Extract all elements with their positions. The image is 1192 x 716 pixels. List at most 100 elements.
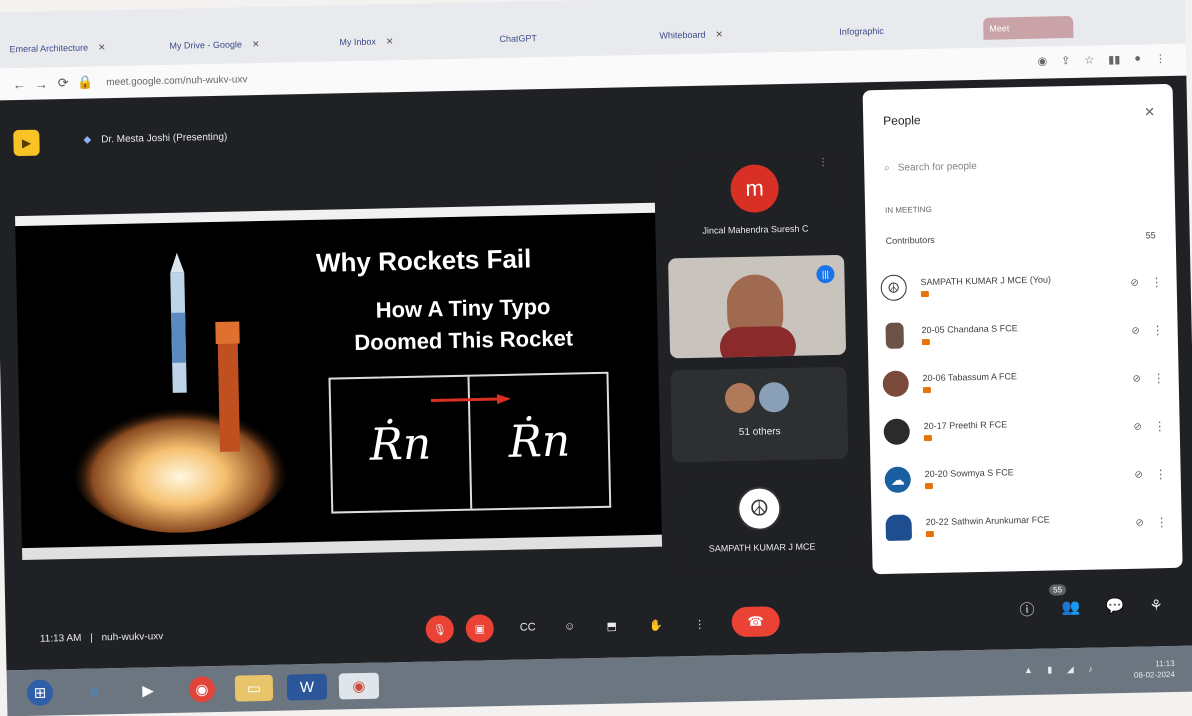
share-icon[interactable]: ⇪ (1061, 54, 1070, 67)
system-tray-icons[interactable]: ▲ ▮ ◢ ♪ (1024, 664, 1099, 677)
file-explorer-icon[interactable]: ▭ (234, 674, 274, 702)
mic-off-icon[interactable]: ⊘ (1127, 469, 1151, 481)
leave-call-button[interactable]: ☎ (731, 606, 780, 638)
more-options-icon[interactable]: ⋮ (1149, 371, 1169, 385)
more-options-icon[interactable]: ⋮ (1147, 275, 1167, 289)
more-options-icon[interactable]: ⋮ (1150, 419, 1170, 433)
more-options-button[interactable]: ⋮ (685, 610, 714, 639)
person-name: 20-22 Sathwin Arunkumar FCE (926, 513, 1128, 538)
reload-icon[interactable]: ⟳ (52, 75, 74, 91)
contributors-count: 55 (1145, 230, 1156, 241)
pin-icon[interactable]: ◆ (83, 135, 91, 146)
status-dot (923, 434, 932, 442)
chrome-window-icon[interactable]: ◉ (338, 672, 380, 700)
people-panel: People ✕ ⌕ Search for people IN MEETING … (862, 83, 1183, 575)
word-icon[interactable]: W (286, 673, 328, 701)
camera-off-button[interactable]: ▣ (465, 614, 495, 643)
browser-tab[interactable]: My Inbox ✕ (333, 28, 483, 53)
close-icon[interactable]: ✕ (386, 36, 394, 47)
list-item[interactable]: ☮ SAMPATH KUMAR J MCE (You) ⊘ ⋮ (880, 260, 1167, 310)
browser-tab[interactable]: Infographic (833, 18, 973, 43)
forward-icon[interactable]: → (30, 76, 52, 91)
screen-frame: Emeral Architecture ✕ My Drive - Google ✕ … (0, 0, 1192, 716)
emoji-button[interactable]: ☺ (555, 612, 584, 641)
browser-tab[interactable]: ChatGPT (493, 25, 633, 50)
contributors-header[interactable]: Contributors 55 (886, 230, 1156, 246)
close-icon[interactable]: ✕ (252, 38, 260, 49)
extensions-icon[interactable]: ▮▮ (1108, 53, 1120, 66)
menu-icon[interactable]: ⋮ (1155, 52, 1166, 65)
meeting-time: 11:13 AM (39, 632, 82, 645)
tab-label: My Inbox (339, 36, 377, 48)
mic-off-icon[interactable]: ⊘ (1128, 517, 1152, 529)
list-item[interactable]: 20-22 Sathwin Arunkumar FCE ⊘ ⋮ (885, 500, 1172, 550)
tab-label: ChatGPT (499, 33, 538, 44)
chrome-icon[interactable]: ◉ (188, 676, 216, 703)
slide-top-bar (15, 202, 656, 227)
star-icon[interactable]: ☆ (1084, 54, 1094, 67)
others-count: 51 others (738, 426, 781, 439)
media-player-icon[interactable]: ▶ (135, 677, 162, 704)
mic-off-icon[interactable]: ⊘ (1123, 277, 1147, 289)
list-item[interactable]: 20-05 Chandana S FCE ⊘ ⋮ (881, 308, 1168, 358)
participant-tile[interactable]: ☮ SAMPATH KUMAR J MCE (672, 474, 851, 571)
captions-button[interactable]: CC (513, 613, 542, 642)
meet-logo-icon: ▶ (13, 129, 40, 157)
status-dot (924, 482, 933, 490)
rocket-launch-image (70, 252, 291, 533)
browser-tab[interactable]: Emeral Architecture ✕ (3, 35, 153, 60)
close-icon[interactable]: ✕ (1144, 104, 1155, 120)
browser-tab-active[interactable]: Meet (983, 15, 1074, 40)
activities-icon[interactable]: ⚘ (1149, 596, 1163, 614)
list-item[interactable]: 20-06 Tabassum A FCE ⊘ ⋮ (882, 356, 1169, 406)
more-options-icon[interactable]: ⋮ (1151, 467, 1171, 481)
mic-off-button[interactable]: 🎙 (425, 615, 455, 644)
person-name: SAMPATH KUMAR J MCE (You) (920, 273, 1123, 298)
mic-off-icon: ⋮ (817, 157, 829, 169)
mic-off-icon[interactable]: ⊘ (1126, 421, 1150, 433)
status-dot (920, 291, 929, 298)
participant-video-tile[interactable]: ||| (668, 254, 847, 359)
system-clock[interactable]: 11:13 08-02-2024 (1134, 658, 1175, 681)
internet-explorer-icon[interactable]: e (81, 678, 108, 705)
list-item[interactable]: 20-17 Preethi R FCE ⊘ ⋮ (883, 404, 1170, 454)
more-options-icon[interactable]: ⋮ (1152, 515, 1172, 529)
participant-tile[interactable]: m Jincal Mahendra Suresh C ⋮ (666, 156, 844, 249)
close-icon[interactable]: ✕ (98, 42, 106, 53)
more-options-icon[interactable]: ⋮ (1148, 323, 1168, 337)
person-name: 20-17 Preethi R FCE (923, 417, 1126, 442)
url-field[interactable]: meet.google.com/nuh-wukv-uxv (106, 74, 247, 88)
raise-hand-button[interactable]: ✋ (641, 611, 670, 640)
address-bar-actions: ◉ ⇪ ☆ ▮▮ ● ⋮ (1037, 52, 1166, 68)
participant-name: SAMPATH KUMAR J MCE (708, 541, 816, 554)
participant-video-body (719, 325, 797, 359)
person-name: 20-05 Chandana S FCE (921, 321, 1124, 346)
presentation-slide[interactable]: Why Rockets Fail How A Tiny Typo Doomed … (15, 202, 663, 561)
mic-off-icon[interactable]: ⊘ (1124, 325, 1148, 337)
chat-icon[interactable]: 💬 (1105, 597, 1124, 615)
people-search[interactable]: ⌕ Search for people (884, 148, 1155, 182)
person-name: 20-06 Tabassum A FCE (923, 369, 1125, 394)
people-icon[interactable]: 👥 (1061, 598, 1080, 616)
start-icon[interactable]: ⊞ (26, 679, 54, 706)
panel-title: People (883, 113, 921, 128)
participant-count-badge: 55 (1048, 584, 1067, 596)
contributors-label: Contributors (885, 234, 935, 246)
browser-tab[interactable]: My Drive - Google ✕ (163, 32, 323, 57)
mic-off-icon[interactable]: ⊘ (1125, 373, 1149, 385)
close-icon[interactable]: ✕ (715, 29, 723, 40)
present-button[interactable]: ⬒ (597, 611, 626, 640)
slide-subtitle: How A Tiny Typo Doomed This Rocket (313, 290, 614, 360)
back-icon[interactable]: ← (8, 76, 30, 91)
info-icon[interactable]: ⓘ (1019, 599, 1034, 620)
tab-label: Emeral Architecture (9, 42, 89, 55)
person-name-text: 20-05 Chandana S FCE (921, 323, 1018, 336)
camera-icon[interactable]: ◉ (1037, 54, 1047, 67)
browser-tab[interactable]: Whiteboard ✕ (653, 21, 823, 47)
separator: | (90, 632, 93, 644)
profile-icon[interactable]: ● (1134, 53, 1141, 66)
search-input[interactable]: Search for people (898, 160, 977, 173)
others-tile[interactable]: 51 others (670, 366, 849, 463)
tab-label: Meet (989, 23, 1010, 34)
list-item[interactable]: ☁ 20-20 Sowmya S FCE ⊘ ⋮ (884, 452, 1171, 502)
